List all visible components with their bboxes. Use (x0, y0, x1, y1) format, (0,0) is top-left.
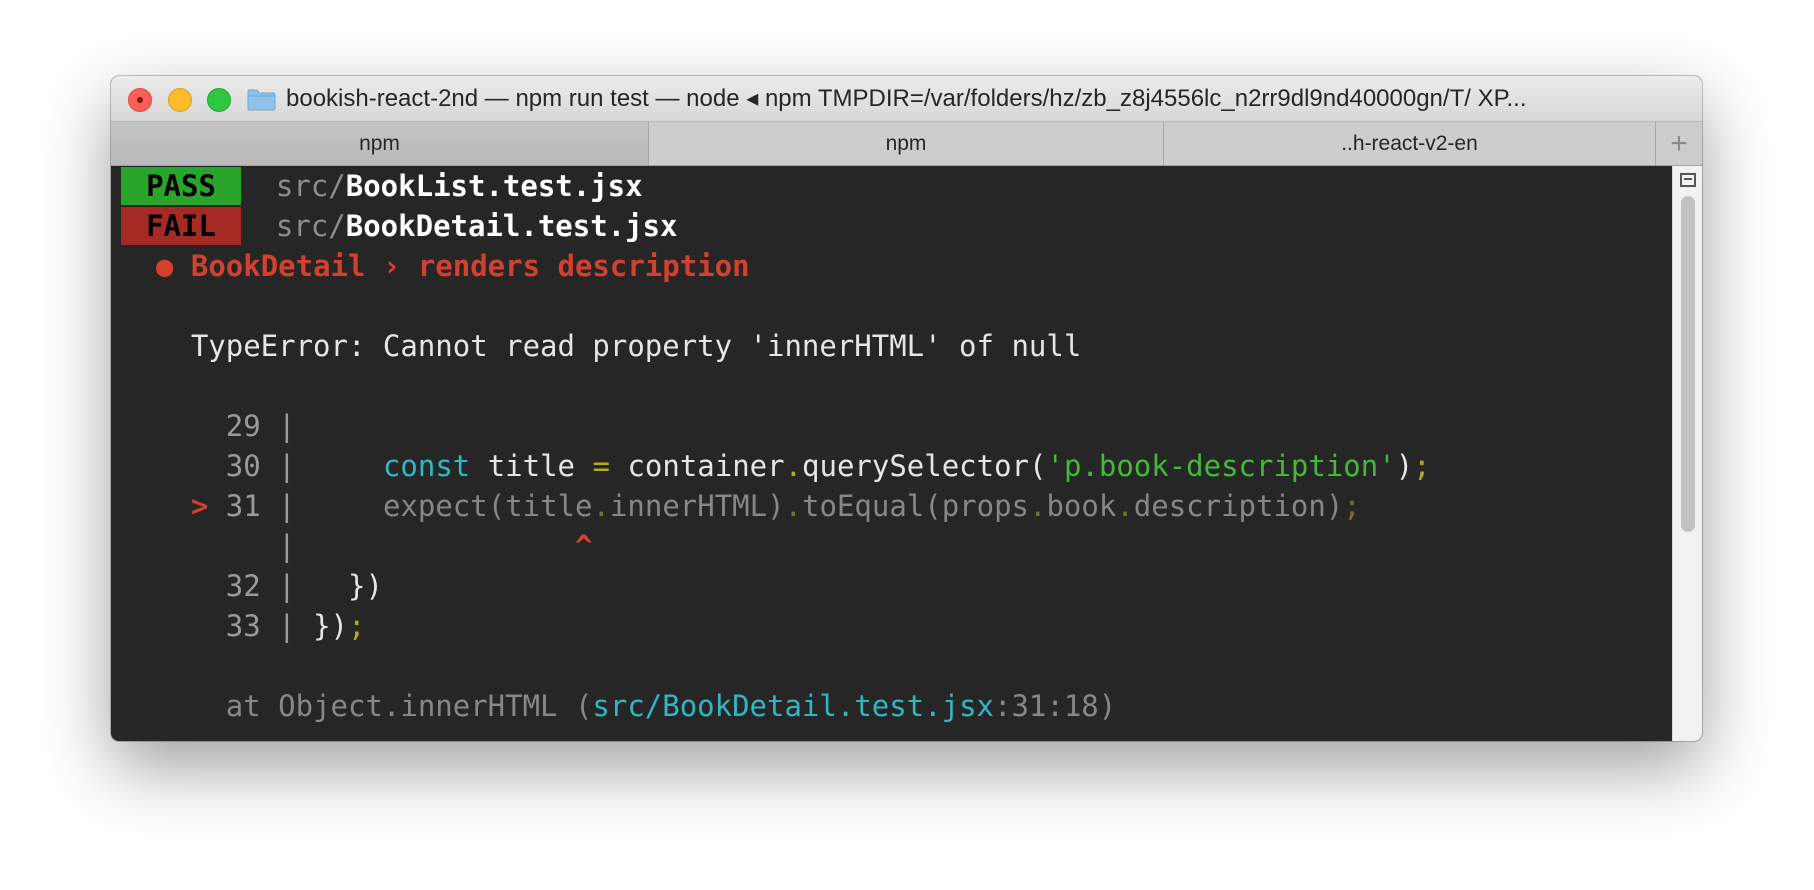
code-token: innerHTML) (609, 489, 785, 523)
terminal-output[interactable]: PASS src/BookList.test.jsx FAIL src/Book… (111, 166, 1671, 741)
error-message-line: TypeError: Cannot read property 'innerHT… (121, 326, 1081, 366)
new-tab-button[interactable]: + (1656, 122, 1702, 165)
code-semicolon: ; (1413, 449, 1431, 483)
code-keyword: const (382, 449, 471, 483)
line-number: 32 (225, 569, 261, 603)
code-line-30: 30 | const title = container.querySelect… (121, 446, 1431, 486)
gutter-pipe: | (278, 609, 296, 643)
pass-file-dir: src/ (275, 169, 346, 203)
zoom-window-button[interactable] (207, 88, 231, 112)
minimize-window-button[interactable] (168, 88, 192, 112)
failed-test-line: ● BookDetail › renders description (121, 246, 750, 286)
terminal-window: bookish-react-2nd — npm run test — node … (111, 76, 1702, 741)
code-token: expect(title (382, 489, 593, 523)
stack-trace-location: :31:18) (994, 689, 1117, 723)
fail-file-name: BookDetail.test.jsx (345, 209, 678, 243)
fail-result-line: FAIL src/BookDetail.test.jsx (121, 206, 678, 246)
code-string: 'p.book-description' (1046, 449, 1396, 483)
stack-trace-prefix: at Object.innerHTML ( (225, 689, 593, 723)
code-line-32: 32 | }) (121, 566, 383, 606)
failed-test-bullet: ● (155, 249, 174, 283)
gutter-pipe: | (278, 409, 296, 443)
window-title: bookish-react-2nd — npm run test — node … (286, 85, 1527, 112)
tab-react-v2-en[interactable]: ..h-react-v2-en (1164, 122, 1656, 165)
pass-file-name: BookList.test.jsx (345, 169, 643, 203)
code-semicolon: ; (348, 609, 366, 643)
code-token: description) (1133, 489, 1344, 523)
code-dot: . (592, 489, 610, 523)
code-line-29: 29 | (121, 406, 296, 446)
error-line-marker: > (190, 489, 209, 523)
code-token: querySelector( (802, 449, 1047, 483)
line-number: 33 (225, 609, 261, 643)
code-token: }) (313, 609, 349, 643)
gutter-pipe: | (278, 449, 296, 483)
failed-test-name: BookDetail › renders description (190, 249, 750, 283)
gutter-pipe: | (278, 489, 296, 523)
error-message: TypeError: Cannot read property 'innerHT… (190, 329, 1082, 363)
code-dot: . (1116, 489, 1134, 523)
tab-bar: npm npm ..h-react-v2-en + (111, 122, 1702, 166)
line-number: 29 (225, 409, 261, 443)
code-token: }) (348, 569, 383, 603)
gutter-pipe: | (278, 529, 296, 563)
code-token: title (487, 449, 576, 483)
gutter-pipe: | (278, 569, 296, 603)
title-bar[interactable]: bookish-react-2nd — npm run test — node … (111, 76, 1702, 122)
code-token: book (1046, 489, 1117, 523)
error-caret: ^ (574, 529, 593, 563)
split-pane-icon[interactable] (1680, 173, 1696, 187)
caret-line: | ^ (121, 526, 592, 566)
folder-icon (247, 89, 276, 111)
code-token: container (627, 449, 785, 483)
code-dot: . (784, 489, 803, 523)
code-line-31: > 31 | expect(title.innerHTML).toEqual(p… (121, 486, 1361, 526)
tab-npm-2[interactable]: npm (649, 122, 1164, 165)
scrollbar-thumb[interactable] (1681, 196, 1695, 532)
line-number: 31 (225, 489, 261, 523)
pass-result-line: PASS src/BookList.test.jsx (121, 166, 643, 206)
stack-trace-file-link[interactable]: src/BookDetail.test.jsx (592, 689, 994, 723)
code-semicolon: ; (1343, 489, 1361, 523)
code-dot: . (784, 449, 803, 483)
code-operator: = (592, 449, 610, 483)
close-window-button[interactable] (128, 88, 152, 112)
vertical-scrollbar[interactable] (1672, 166, 1702, 741)
code-dot: . (1029, 489, 1047, 523)
pass-badge: PASS (121, 167, 241, 205)
code-token: ) (1395, 449, 1414, 483)
stack-trace-line: at Object.innerHTML (src/BookDetail.test… (121, 686, 1116, 726)
code-line-33: 33 | }); (121, 606, 366, 646)
code-token: toEqual(props (802, 489, 1029, 523)
fail-badge: FAIL (121, 207, 241, 245)
line-number: 30 (225, 449, 261, 483)
fail-file-dir: src/ (275, 209, 346, 243)
tab-npm-1[interactable]: npm (111, 122, 649, 165)
